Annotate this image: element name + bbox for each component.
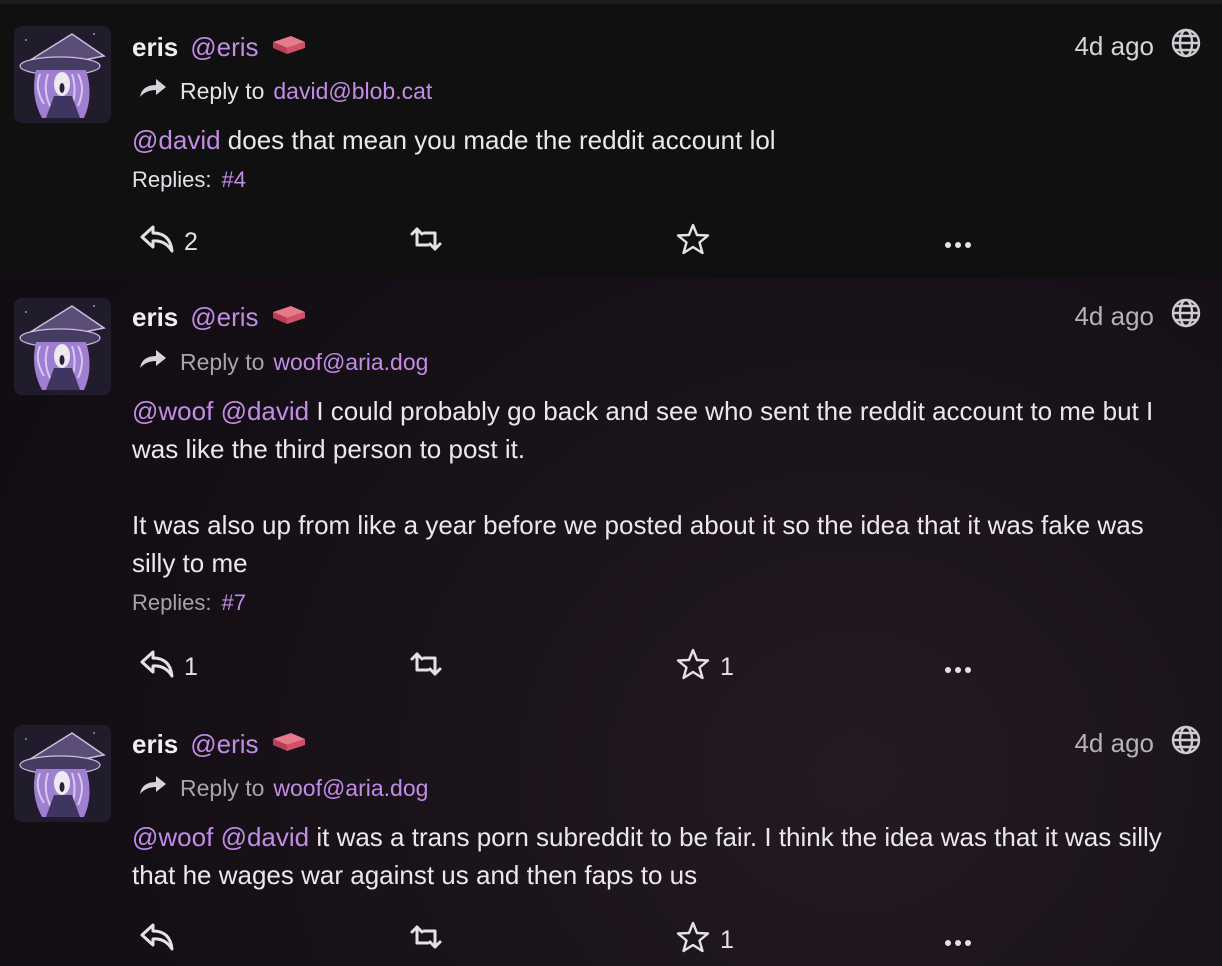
post-paragraph: It was also up from like a year before w…	[132, 510, 1144, 578]
replies-label: Replies:	[132, 167, 212, 192]
reply-to-link[interactable]: woof@aria.dog	[273, 775, 428, 802]
display-name[interactable]: eris	[132, 32, 178, 63]
post-meta: 4d ago	[1074, 28, 1202, 62]
post-paragraph: @woof @david it was a trans porn subredd…	[132, 818, 1192, 894]
display-name[interactable]: eris	[132, 302, 178, 333]
status-post: eris @eris 4d ago Reply to woof@aria.dog…	[0, 278, 1222, 705]
post-content: @woof @david it was a trans porn subredd…	[132, 818, 1192, 894]
post-header: eris @eris	[132, 31, 307, 63]
mention-link[interactable]: @woof	[132, 822, 213, 852]
globe-icon[interactable]	[1170, 724, 1202, 763]
more-icon	[944, 926, 972, 955]
more-icon	[944, 228, 972, 257]
favorite-count: 1	[720, 925, 734, 954]
post-header: eris @eris	[132, 301, 307, 333]
username[interactable]: @eris	[190, 32, 258, 63]
status-post: eris @eris 4d ago Reply to woof@aria.dog…	[0, 705, 1222, 966]
repeat-button[interactable]	[408, 222, 454, 262]
reply-count: 1	[184, 652, 198, 681]
post-actions: 1 1	[0, 647, 1222, 687]
globe-icon[interactable]	[1170, 297, 1202, 336]
post-text: does that mean you made the reddit accou…	[220, 125, 776, 155]
replies-link[interactable]: #4	[221, 167, 245, 193]
reply-to-arrow-icon	[138, 774, 168, 802]
brick-emoji	[271, 729, 307, 760]
replies-link[interactable]: #7	[221, 590, 245, 616]
status-post: eris @eris 4d ago Reply to david@blob.ca…	[0, 0, 1222, 278]
avatar[interactable]	[14, 298, 111, 395]
mention-link[interactable]: @david	[132, 125, 221, 155]
star-icon	[676, 921, 710, 960]
reply-to-line: Reply to woof@aria.dog	[138, 773, 428, 803]
mention-link[interactable]: @david	[221, 822, 310, 852]
globe-icon[interactable]	[1170, 27, 1202, 66]
post-paragraph: @woof @david I could probably go back an…	[132, 392, 1192, 468]
reply-to-arrow-icon	[138, 77, 168, 105]
reply-button[interactable]: 2	[140, 222, 198, 262]
post-actions: 1	[0, 920, 1222, 960]
repeat-button[interactable]	[408, 647, 454, 687]
username[interactable]: @eris	[190, 729, 258, 760]
post-content: @david does that mean you made the reddi…	[132, 121, 1192, 159]
reply-to-link[interactable]: david@blob.cat	[273, 78, 432, 105]
reply-button[interactable]: 1	[140, 647, 198, 687]
more-button[interactable]	[944, 920, 972, 960]
avatar[interactable]	[14, 26, 111, 123]
post-paragraph: @david does that mean you made the reddi…	[132, 121, 1192, 159]
display-name[interactable]: eris	[132, 729, 178, 760]
mention-link[interactable]: @woof	[132, 396, 213, 426]
star-icon	[676, 648, 710, 687]
post-header: eris @eris	[132, 728, 307, 760]
favorite-button[interactable]	[676, 222, 720, 262]
avatar[interactable]	[14, 725, 111, 822]
repeat-icon	[408, 924, 444, 957]
reply-to-label: Reply to	[180, 348, 265, 375]
reply-to-line: Reply to woof@aria.dog	[138, 347, 428, 377]
reply-count: 2	[184, 227, 198, 256]
reply-to-label: Reply to	[180, 774, 265, 801]
favorite-button[interactable]: 1	[676, 920, 734, 960]
brick-emoji	[271, 302, 307, 333]
repeat-button[interactable]	[408, 920, 454, 960]
replies-line: Replies: #7	[132, 590, 246, 616]
more-button[interactable]	[944, 222, 972, 262]
reply-icon	[140, 922, 174, 959]
post-meta: 4d ago	[1074, 725, 1202, 759]
post-meta: 4d ago	[1074, 298, 1202, 332]
reply-to-link[interactable]: woof@aria.dog	[273, 349, 428, 376]
repeat-icon	[408, 226, 444, 259]
star-icon	[676, 223, 710, 262]
mention-link[interactable]: @david	[221, 396, 310, 426]
post-actions: 2	[0, 222, 1222, 262]
brick-emoji	[271, 32, 307, 63]
post-time[interactable]: 4d ago	[1074, 31, 1154, 62]
favorite-count: 1	[720, 652, 734, 681]
post-time[interactable]: 4d ago	[1074, 301, 1154, 332]
more-button[interactable]	[944, 647, 972, 687]
reply-icon	[140, 224, 174, 261]
post-content: @woof @david I could probably go back an…	[132, 392, 1192, 582]
timeline-feed: eris @eris 4d ago Reply to david@blob.ca…	[0, 0, 1222, 966]
reply-to-label: Reply to	[180, 77, 265, 104]
reply-to-arrow-icon	[138, 348, 168, 376]
replies-label: Replies:	[132, 590, 212, 615]
reply-button[interactable]	[140, 920, 184, 960]
username[interactable]: @eris	[190, 302, 258, 333]
reply-to-line: Reply to david@blob.cat	[138, 76, 432, 106]
replies-line: Replies: #4	[132, 167, 246, 193]
more-icon	[944, 653, 972, 682]
favorite-button[interactable]: 1	[676, 647, 734, 687]
repeat-icon	[408, 651, 444, 684]
reply-icon	[140, 649, 174, 686]
post-time[interactable]: 4d ago	[1074, 728, 1154, 759]
